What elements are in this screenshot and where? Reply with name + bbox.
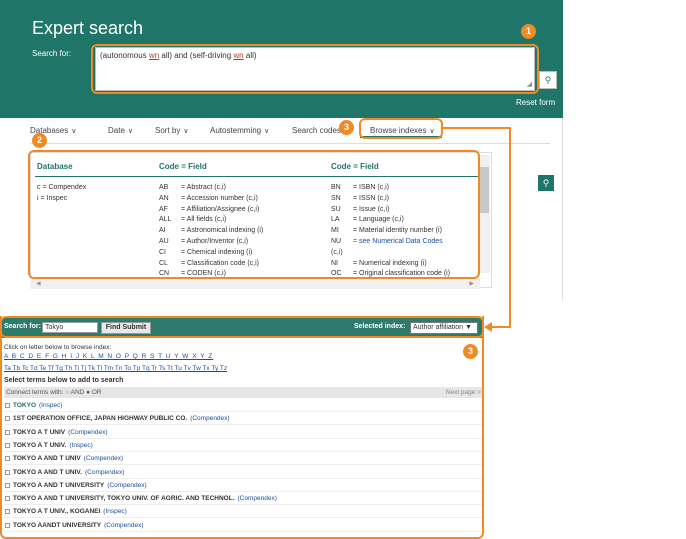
callout-box-query xyxy=(91,44,539,94)
search-icon: ⚲ xyxy=(544,75,552,85)
sort-by-label: Sort by xyxy=(155,126,181,135)
callout-box-browse-panel xyxy=(0,316,484,539)
chevron-down-icon: ∨ xyxy=(127,128,134,135)
search-button[interactable]: ⚲ xyxy=(539,71,557,89)
date-label: Date xyxy=(108,126,125,135)
scrollbar-thumb[interactable] xyxy=(480,167,489,213)
scroll-right-icon[interactable]: ▶ xyxy=(469,280,474,287)
callout-box-browse-indexes xyxy=(359,118,443,139)
autostemming-dropdown[interactable]: Autostemming ∨ xyxy=(210,126,269,135)
reset-form-link[interactable]: Reset form xyxy=(516,98,555,107)
badge-1: 1 xyxy=(521,24,536,39)
vertical-scrollbar[interactable] xyxy=(479,155,490,273)
arrow-head-icon xyxy=(484,322,492,332)
badge-2: 2 xyxy=(32,133,47,148)
horizontal-scrollbar[interactable]: ◀ ▶ xyxy=(30,279,480,289)
date-dropdown[interactable]: Date ∨ xyxy=(108,126,133,135)
scroll-left-icon[interactable]: ◀ xyxy=(36,280,41,287)
sort-by-dropdown[interactable]: Sort by ∨ xyxy=(155,126,188,135)
chevron-down-icon: ∨ xyxy=(264,128,270,135)
search-codes-label: Search codes xyxy=(292,126,341,135)
connector-line xyxy=(509,127,511,328)
search-button[interactable]: ⚲ xyxy=(538,175,554,191)
options-divider xyxy=(30,143,550,144)
connector-line xyxy=(492,326,511,328)
callout-box-search-codes xyxy=(28,150,480,279)
search-options-bar: Databases ∨ Date ∨ Sort by ∨ Autostemming ∨ … xyxy=(30,118,550,144)
search-icon: ⚲ xyxy=(542,178,550,188)
page-title: Expert search xyxy=(32,18,144,38)
connector-line xyxy=(443,127,510,129)
search-for-label: Search for: xyxy=(32,49,72,58)
chevron-down-icon: ∨ xyxy=(183,128,189,135)
search-codes-tab[interactable]: Search codes xyxy=(292,126,341,135)
chevron-down-icon: ∨ xyxy=(71,128,77,135)
autostemming-label: Autostemming xyxy=(210,126,262,135)
badge-3: 3 xyxy=(339,120,354,135)
